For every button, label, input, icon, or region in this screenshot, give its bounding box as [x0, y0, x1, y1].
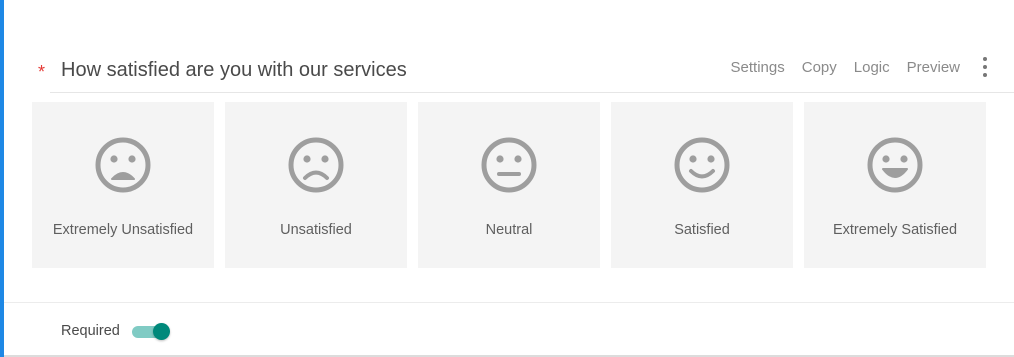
very-happy-face-icon — [867, 137, 923, 193]
option-extremely-unsatisfied[interactable]: Extremely Unsatisfied — [32, 102, 214, 268]
option-neutral[interactable]: Neutral — [418, 102, 600, 268]
footer-divider — [4, 302, 1014, 303]
option-label: Neutral — [485, 222, 533, 238]
toggle-knob — [153, 323, 170, 340]
kebab-dot — [983, 65, 987, 69]
option-label: Satisfied — [674, 222, 730, 238]
logic-link[interactable]: Logic — [854, 59, 890, 76]
question-title[interactable]: How satisfied are you with our services — [61, 59, 407, 82]
neutral-face-icon — [481, 137, 537, 193]
active-accent-bar — [0, 0, 4, 357]
header-divider — [50, 92, 1014, 93]
question-actions: Settings Copy Logic Preview — [714, 57, 990, 77]
copy-link[interactable]: Copy — [802, 59, 837, 76]
happy-face-icon — [674, 137, 730, 193]
settings-link[interactable]: Settings — [731, 59, 785, 76]
option-label: Extremely Unsatisfied — [52, 222, 194, 238]
required-label: Required — [61, 323, 120, 339]
sad-face-icon — [288, 137, 344, 193]
rating-options: Extremely Unsatisfied Unsatisfied Neutra… — [32, 102, 986, 268]
preview-link[interactable]: Preview — [907, 59, 960, 76]
very-sad-face-icon — [95, 137, 151, 193]
kebab-menu-icon[interactable] — [980, 57, 990, 77]
kebab-dot — [983, 73, 987, 77]
option-satisfied[interactable]: Satisfied — [611, 102, 793, 268]
option-extremely-satisfied[interactable]: Extremely Satisfied — [804, 102, 986, 268]
question-card: * How satisfied are you with our service… — [0, 0, 1014, 357]
option-label: Extremely Satisfied — [832, 222, 958, 238]
required-marker: * — [38, 62, 46, 82]
required-toggle[interactable] — [132, 323, 170, 340]
question-header: * How satisfied are you with our service… — [38, 50, 1014, 92]
kebab-dot — [983, 57, 987, 61]
option-unsatisfied[interactable]: Unsatisfied — [225, 102, 407, 268]
option-label: Unsatisfied — [280, 222, 352, 238]
